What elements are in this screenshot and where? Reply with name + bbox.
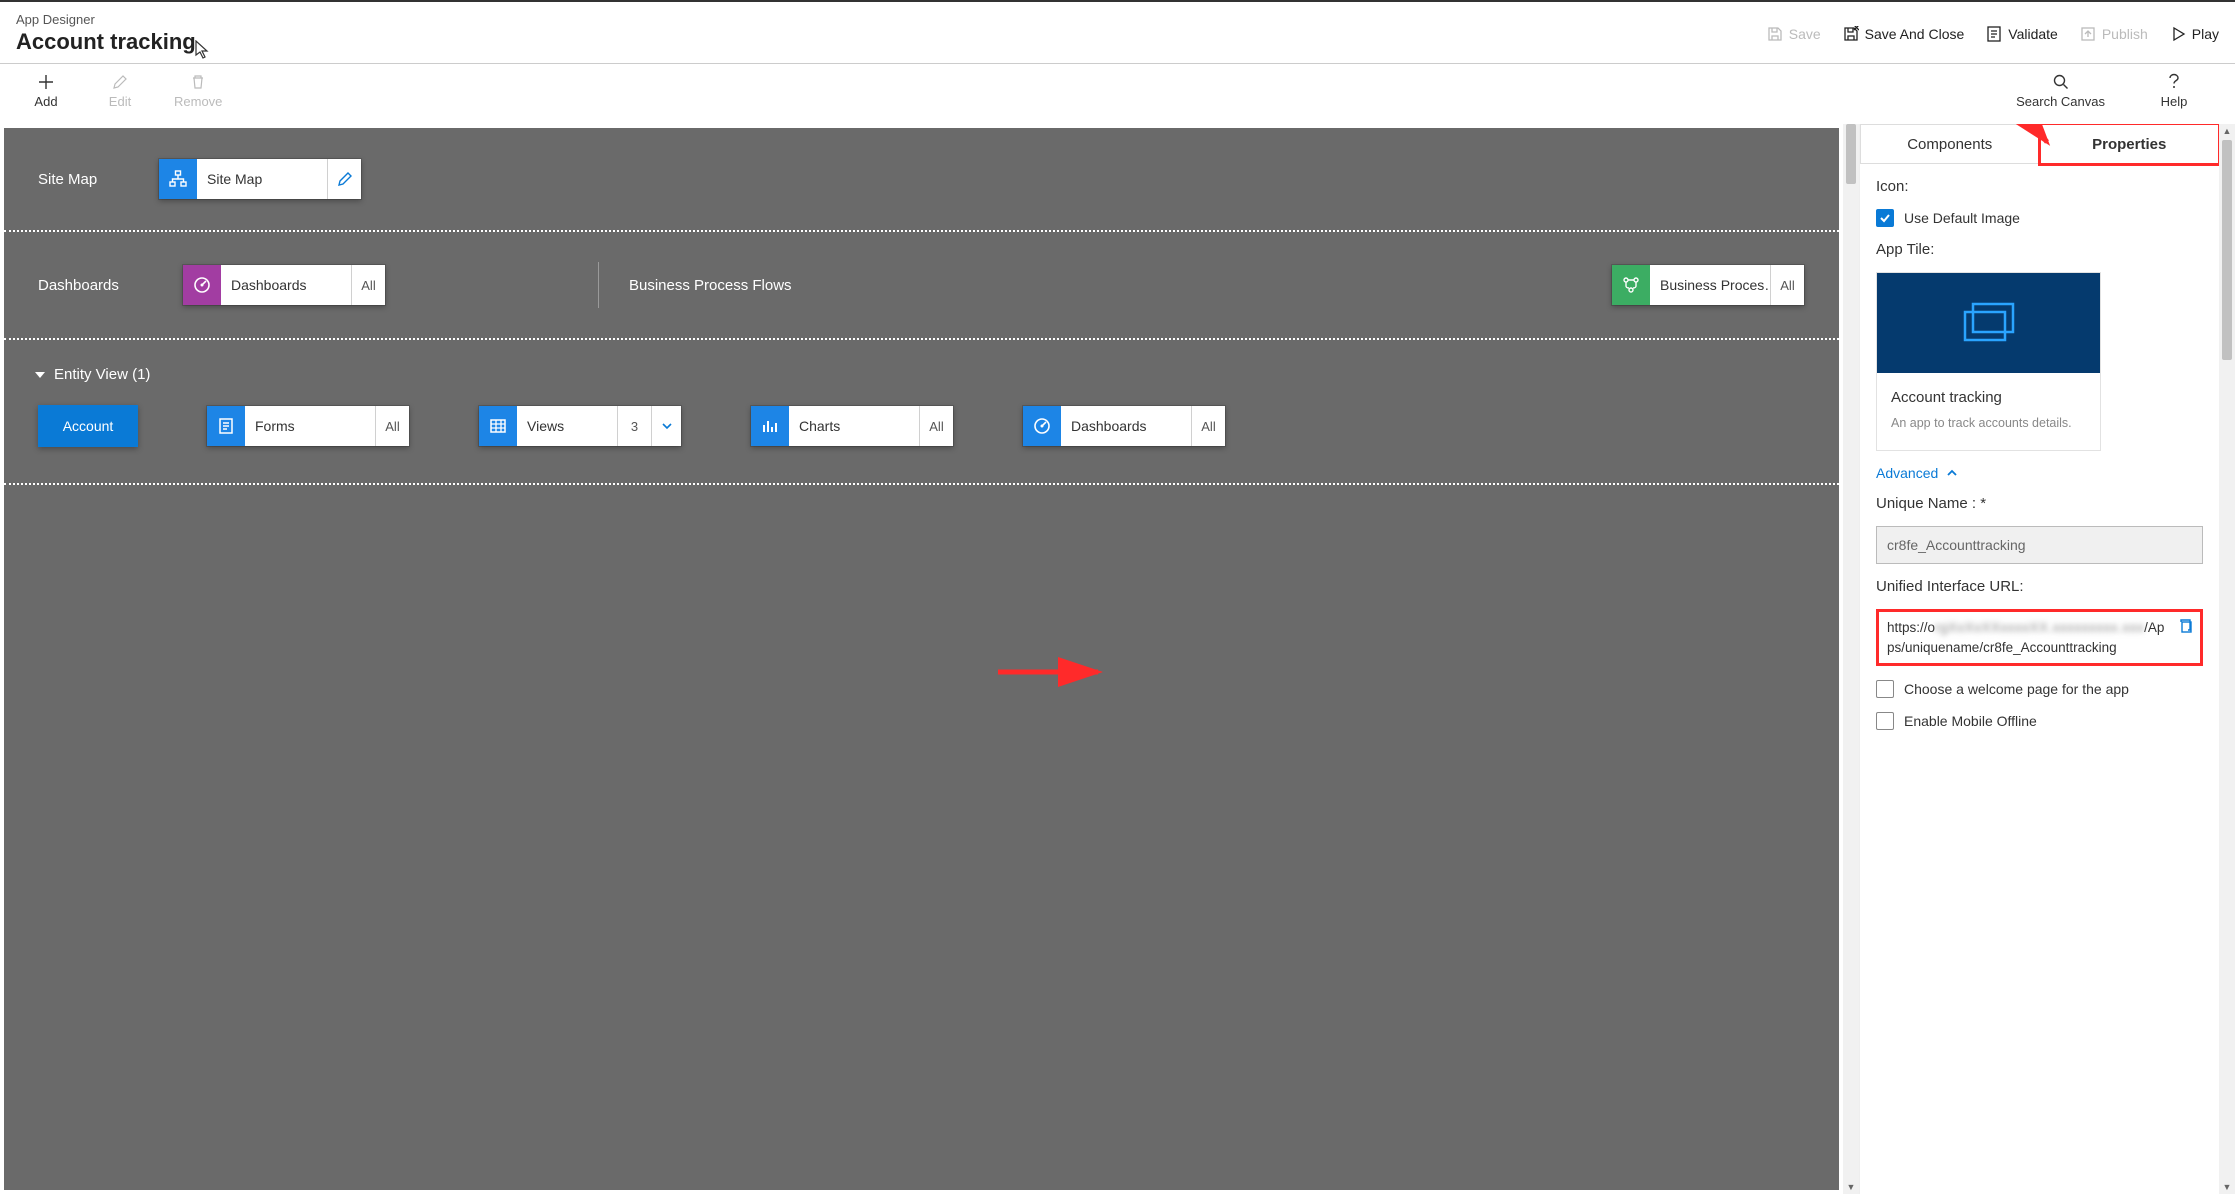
help-icon (2166, 73, 2182, 91)
validate-button[interactable]: Validate (1986, 26, 2058, 42)
validate-icon (1986, 26, 2002, 42)
grid-icon (479, 406, 517, 446)
save-button: Save (1767, 26, 1821, 42)
entity-dashboards-tile[interactable]: Dashboards All (1022, 405, 1226, 447)
page-title: Account tracking (16, 29, 196, 55)
chevron-up-icon (1946, 467, 1958, 479)
sitemap-label: Site Map (38, 171, 158, 188)
search-icon (2052, 73, 2070, 91)
chevron-down-icon (34, 369, 46, 381)
cursor-icon (195, 40, 211, 60)
mobile-offline-label: Enable Mobile Offline (1904, 713, 2037, 729)
sitemap-row: Site Map Site Map (4, 128, 1839, 230)
url-label: Unified Interface URL: (1876, 578, 2203, 595)
scroll-thumb[interactable] (2222, 140, 2232, 360)
plus-icon (37, 73, 55, 91)
play-button[interactable]: Play (2170, 26, 2219, 42)
charts-badge[interactable]: All (919, 406, 953, 446)
scroll-down-icon[interactable]: ▼ (1843, 1180, 1859, 1194)
toolbar: Add Edit Remove Search Canvas Help (0, 64, 2235, 124)
sitemap-tile[interactable]: Site Map (158, 158, 362, 200)
titlebar: App Designer Account tracking Save Save … (0, 0, 2235, 64)
icon-label: Icon: (1876, 178, 2203, 195)
scroll-down-icon[interactable]: ▼ (2219, 1180, 2235, 1194)
edit-button: Edit (100, 72, 140, 123)
welcome-page-checkbox[interactable] (1876, 680, 1894, 698)
bpf-icon (1612, 265, 1650, 305)
entity-view-toggle[interactable]: Entity View (1) (4, 340, 1839, 405)
dashboard-icon (183, 265, 221, 305)
designer-canvas[interactable]: Site Map Site Map Dashboards (4, 128, 1839, 1190)
views-tile[interactable]: Views 3 (478, 405, 682, 447)
url-field[interactable]: https://orgXxXxXXxxxxXX.xxxxxxxxx.xxx/Ap… (1876, 609, 2203, 666)
app-tile-label: App Tile: (1876, 241, 2203, 258)
app-tile-preview: Account tracking An app to track account… (1876, 272, 2101, 451)
unique-name-label: Unique Name : * (1876, 495, 2203, 512)
form-icon (207, 406, 245, 446)
dashboards-label: Dashboards (38, 277, 158, 294)
copy-icon[interactable] (2178, 618, 2194, 640)
canvas-scrollbar[interactable]: ▲ ▼ (1843, 124, 1859, 1194)
unique-name-field[interactable] (1876, 526, 2203, 564)
use-default-image-label: Use Default Image (1904, 210, 2020, 226)
properties-panel: Components Properties Icon: Use Default … (1859, 124, 2235, 1194)
entity-dashboards-badge[interactable]: All (1191, 406, 1225, 446)
chart-icon (751, 406, 789, 446)
scroll-up-icon[interactable]: ▲ (2219, 124, 2235, 138)
advanced-toggle[interactable]: Advanced (1876, 465, 2203, 481)
views-dropdown[interactable] (651, 406, 681, 446)
trash-icon (190, 74, 206, 90)
use-default-image-checkbox[interactable] (1876, 209, 1894, 227)
play-icon (2170, 26, 2186, 42)
dashboards-badge[interactable]: All (351, 265, 385, 305)
entity-account[interactable]: Account (38, 405, 138, 447)
artifacts-row: Dashboards Dashboards All Business Proce… (4, 232, 1839, 338)
mobile-offline-checkbox[interactable] (1876, 712, 1894, 730)
breadcrumb: App Designer (16, 12, 196, 27)
save-close-icon (1843, 26, 1859, 42)
dashboards-tile[interactable]: Dashboards All (182, 264, 386, 306)
app-tile-title: Account tracking (1891, 389, 2086, 406)
scroll-thumb[interactable] (1846, 124, 1856, 184)
help-button[interactable]: Help (2139, 72, 2209, 123)
bpf-tile[interactable]: Business Proces… All (1611, 264, 1805, 306)
bpf-label: Business Process Flows (629, 277, 1587, 294)
app-tile-description: An app to track accounts details. (1891, 416, 2086, 430)
welcome-page-label: Choose a welcome page for the app (1904, 681, 2129, 697)
pencil-icon (112, 74, 128, 90)
tab-components[interactable]: Components (1860, 124, 2040, 164)
remove-button: Remove (174, 72, 222, 123)
charts-tile[interactable]: Charts All (750, 405, 954, 447)
sitemap-icon (159, 159, 197, 199)
save-and-close-button[interactable]: Save And Close (1843, 26, 1965, 42)
publish-icon (2080, 26, 2096, 42)
tab-properties[interactable]: Properties (2040, 124, 2220, 164)
app-tile-icon (1959, 298, 2019, 348)
forms-badge[interactable]: All (375, 406, 409, 446)
bpf-badge[interactable]: All (1770, 265, 1804, 305)
forms-tile[interactable]: Forms All (206, 405, 410, 447)
dashboard-icon (1023, 406, 1061, 446)
divider (598, 262, 599, 308)
panel-scrollbar[interactable]: ▲ ▼ (2219, 124, 2235, 1194)
views-badge[interactable]: 3 (617, 406, 651, 446)
sitemap-edit-button[interactable] (327, 159, 361, 199)
add-button[interactable]: Add (26, 72, 66, 123)
publish-button: Publish (2080, 26, 2148, 42)
search-canvas-button[interactable]: Search Canvas (2016, 72, 2105, 123)
save-icon (1767, 26, 1783, 42)
